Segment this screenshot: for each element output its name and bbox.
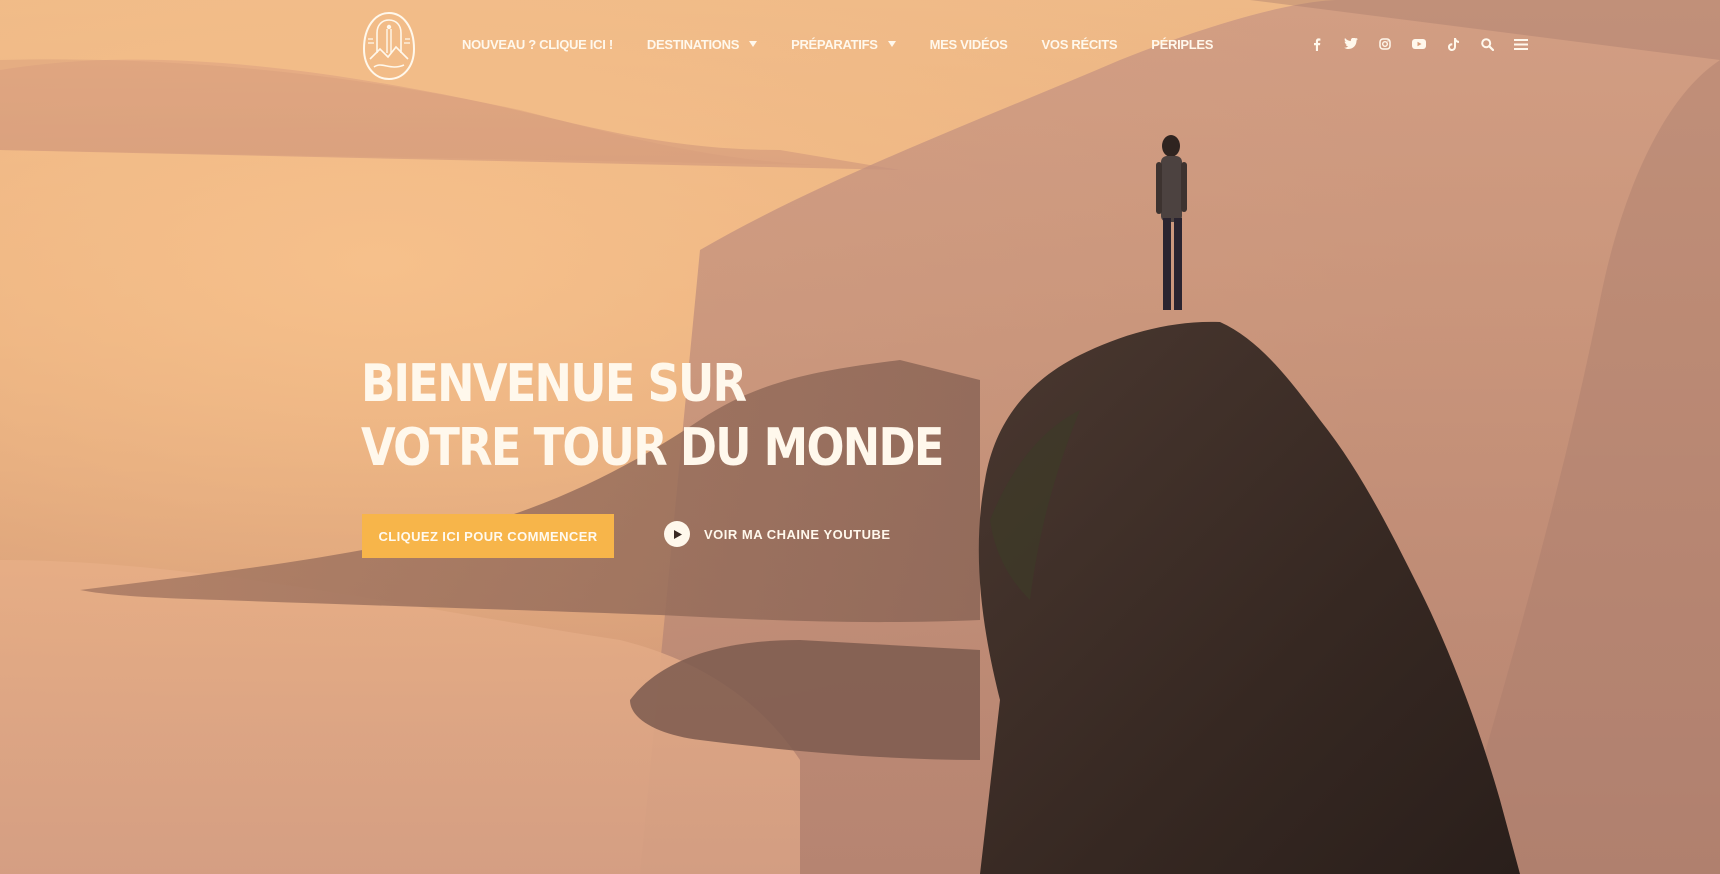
twitter-icon[interactable]	[1341, 36, 1361, 52]
nav-item-label: NOUVEAU ? CLIQUE ICI !	[462, 36, 613, 52]
nav-item-label: PRÉPARATIFS	[791, 36, 878, 52]
main-navigation: NOUVEAU ? CLIQUE ICI ! DESTINATIONS PRÉP…	[462, 34, 1213, 54]
start-cta-button[interactable]: CLIQUEZ ICI POUR COMMENCER	[362, 514, 614, 558]
social-and-tools	[1307, 36, 1531, 52]
nav-item-nouveau[interactable]: NOUVEAU ? CLIQUE ICI !	[462, 37, 613, 52]
nav-item-vos-recits[interactable]: VOS RÉCITS	[1042, 37, 1118, 52]
site-logo[interactable]	[360, 9, 418, 81]
caret-down-icon	[749, 41, 758, 47]
tiktok-icon[interactable]	[1443, 36, 1463, 52]
nav-item-preparatifs[interactable]: PRÉPARATIFS	[791, 37, 896, 52]
youtube-icon[interactable]	[1409, 36, 1429, 52]
youtube-link-label: VOIR MA CHAINE YOUTUBE	[704, 526, 891, 542]
facebook-icon[interactable]	[1307, 36, 1327, 52]
instagram-icon[interactable]	[1375, 36, 1395, 52]
hero-title-line-2: VOTRE TOUR DU MONDE	[361, 418, 944, 478]
nav-item-label: DESTINATIONS	[646, 36, 740, 52]
logo-emblem-icon	[362, 11, 416, 81]
nav-item-mes-videos[interactable]: MES VIDÉOS	[930, 37, 1008, 52]
nav-item-periples[interactable]: PÉRIPLES	[1151, 37, 1213, 52]
cta-label: CLIQUEZ ICI POUR COMMENCER	[378, 528, 598, 544]
menu-icon[interactable]	[1511, 36, 1531, 52]
youtube-channel-link[interactable]: VOIR MA CHAINE YOUTUBE	[664, 521, 891, 547]
nav-item-label: PÉRIPLES	[1151, 36, 1214, 52]
caret-down-icon	[887, 41, 896, 47]
site-header: NOUVEAU ? CLIQUE ICI ! DESTINATIONS PRÉP…	[0, 0, 1720, 90]
play-icon	[664, 521, 690, 547]
nav-item-label: VOS RÉCITS	[1041, 36, 1118, 52]
hero-title: BIENVENUE SUR VOTRE TOUR DU MONDE	[361, 352, 944, 480]
search-icon[interactable]	[1477, 36, 1497, 52]
nav-item-destinations[interactable]: DESTINATIONS	[646, 36, 758, 52]
hero-title-line-1: BIENVENUE SUR	[361, 354, 747, 414]
nav-item-label: MES VIDÉOS	[929, 36, 1008, 52]
